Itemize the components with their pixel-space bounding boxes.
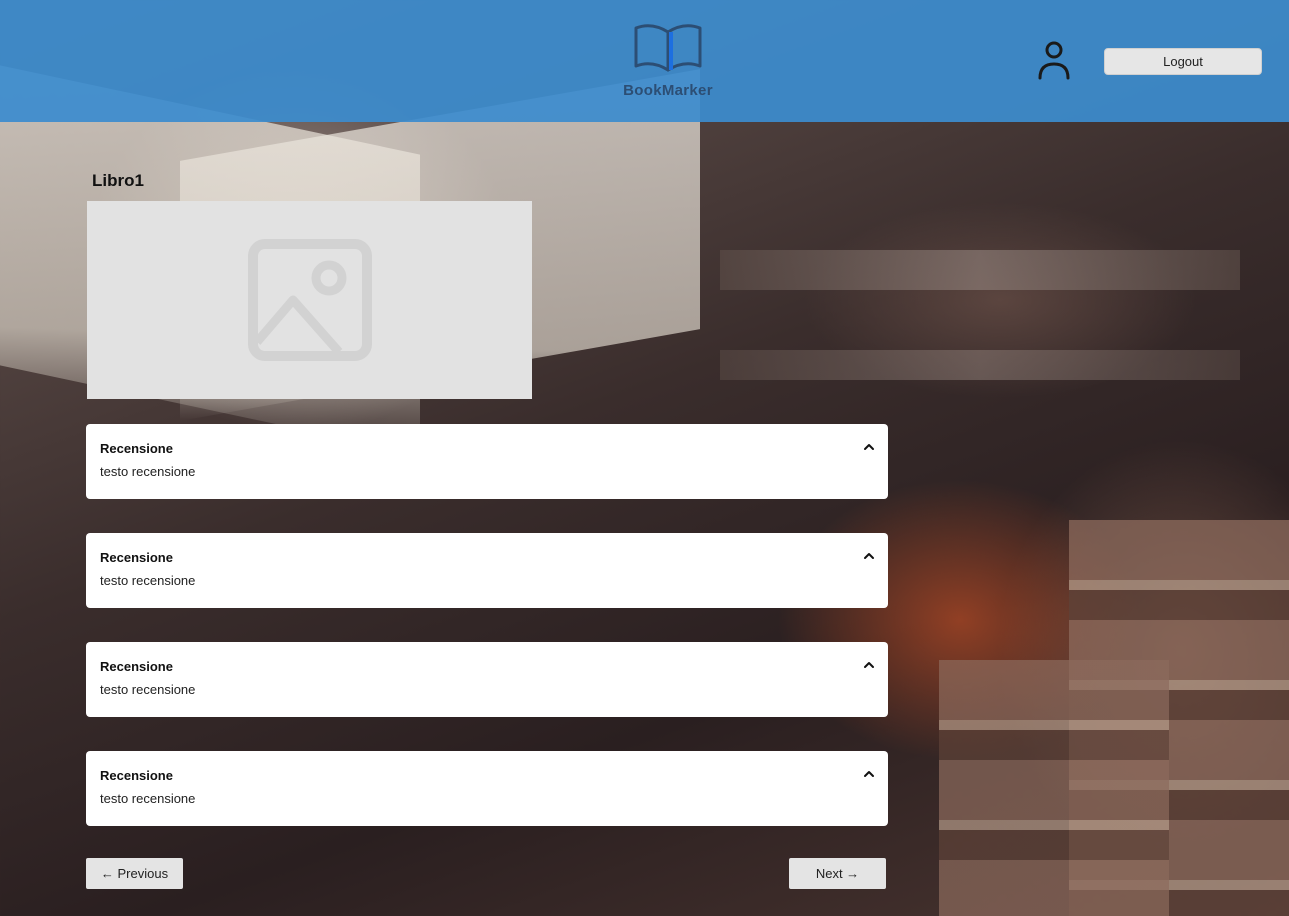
chevron-up-icon[interactable] — [862, 767, 876, 781]
review-title: Recensione — [100, 659, 173, 674]
review-card[interactable]: Recensione testo recensione — [86, 751, 888, 826]
app-header: BookMarker Logout — [0, 0, 1289, 122]
chevron-up-icon[interactable] — [862, 440, 876, 454]
image-placeholder-icon — [247, 239, 372, 361]
background-shelf — [720, 250, 1240, 290]
review-card[interactable]: Recensione testo recensione — [86, 642, 888, 717]
review-list: Recensione testo recensione Recensione t… — [86, 424, 888, 860]
review-text: testo recensione — [100, 464, 196, 479]
review-text: testo recensione — [100, 573, 196, 588]
review-title: Recensione — [100, 441, 173, 456]
next-page-button[interactable]: Next → — [789, 858, 886, 889]
chevron-up-icon[interactable] — [862, 549, 876, 563]
background-shelf — [720, 350, 1240, 380]
previous-page-button[interactable]: ← Previous — [86, 858, 183, 889]
book-cover-placeholder — [87, 201, 532, 399]
chevron-up-icon[interactable] — [862, 658, 876, 672]
background-book-stack — [939, 660, 1169, 916]
review-text: testo recensione — [100, 791, 196, 806]
review-title: Recensione — [100, 550, 173, 565]
review-text: testo recensione — [100, 682, 196, 697]
brand-logo[interactable]: BookMarker — [612, 20, 724, 104]
review-card[interactable]: Recensione testo recensione — [86, 533, 888, 608]
user-icon[interactable] — [1034, 38, 1074, 82]
review-title: Recensione — [100, 768, 173, 783]
review-card[interactable]: Recensione testo recensione — [86, 424, 888, 499]
logout-button[interactable]: Logout — [1104, 48, 1262, 75]
open-book-icon — [634, 24, 702, 72]
brand-name: BookMarker — [623, 82, 713, 99]
book-title: Libro1 — [92, 171, 144, 190]
